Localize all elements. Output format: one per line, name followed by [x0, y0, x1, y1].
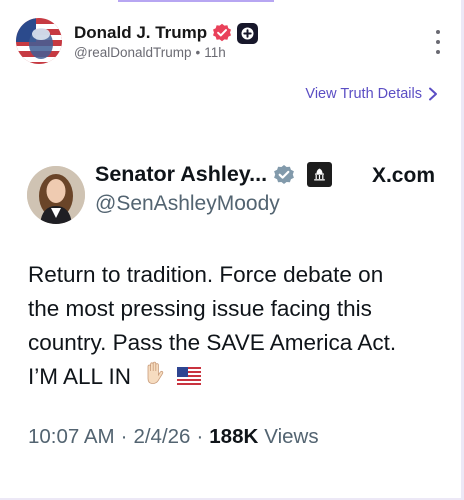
embed-time[interactable]: 10:07 AM [28, 425, 115, 449]
view-truth-details-link[interactable]: View Truth Details [305, 86, 438, 102]
embed-body-last-line: I’M ALL IN [28, 360, 446, 396]
embed-body-line: the most pressing issue facing this [28, 296, 372, 321]
embed-source[interactable]: X.com [372, 164, 435, 188]
embed-body-line: Return to tradition. Force debate on [28, 262, 384, 287]
verified-badge-icon [212, 23, 232, 43]
more-options-icon[interactable] [432, 30, 444, 54]
author-handle[interactable]: @realDonaldTrump [74, 45, 192, 60]
embed-body-line: country. Pass the SAVE America Act. [28, 330, 397, 355]
author-avatar[interactable] [16, 18, 62, 64]
us-flag-emoji [177, 361, 202, 395]
embed-body-line: I’M ALL IN [28, 364, 131, 389]
embed-body: Return to tradition. Force debate on the… [28, 258, 446, 396]
post-header: Donald J. Trump @realDonaldTrump • 11h [16, 18, 446, 68]
chevron-right-icon [429, 87, 437, 101]
views-label: Views [264, 425, 319, 448]
verified-badge-icon [273, 164, 295, 186]
footer-dot: · [120, 425, 128, 448]
top-highlight-bar [118, 0, 274, 2]
views-count: 188K [209, 425, 259, 448]
hand-emoji [141, 360, 167, 396]
embed-footer: 10:07 AM · 2/4/26 · 188K Views [28, 425, 319, 449]
author-name[interactable]: Donald J. Trump [74, 23, 207, 43]
view-truth-details-label: View Truth Details [305, 86, 422, 102]
footer-dot: · [196, 425, 204, 448]
embed-date[interactable]: 2/4/26 [133, 425, 190, 449]
embed-author-name[interactable]: Senator Ashley... [95, 162, 267, 187]
capitol-badge-icon [307, 162, 333, 187]
embed-avatar[interactable] [27, 166, 85, 224]
embed-name-row: Senator Ashley... [95, 162, 333, 187]
plus-badge-icon [237, 22, 259, 44]
post-time[interactable]: 11h [204, 45, 226, 60]
author-meta: @realDonaldTrump • 11h [74, 45, 226, 60]
author-name-row: Donald J. Trump [74, 22, 259, 44]
embed-author-handle[interactable]: @SenAshleyMoody [95, 192, 280, 216]
meta-separator: • [195, 45, 201, 60]
